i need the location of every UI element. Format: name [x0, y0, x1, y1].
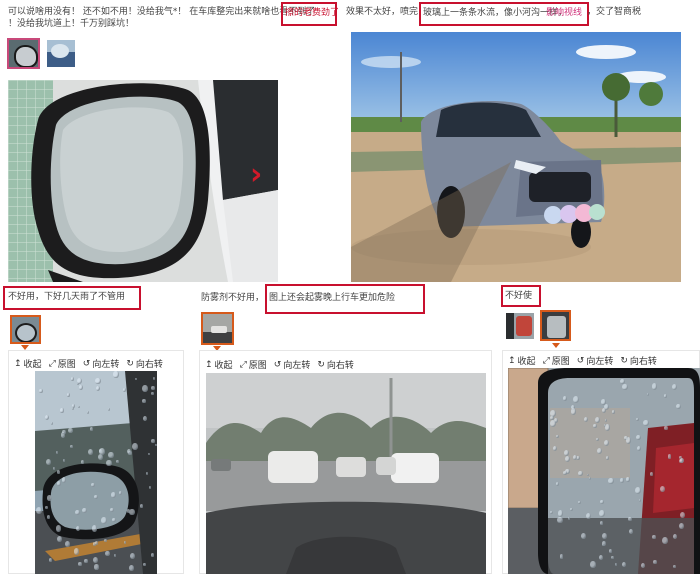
car-photo-art — [351, 32, 681, 282]
rotate-right-icon: ↻ — [317, 359, 325, 370]
original-image-button[interactable]: ⤢ 原图 — [542, 354, 570, 368]
expand-icon: ⤢ — [542, 355, 550, 366]
rainy-mirror-art — [35, 371, 157, 574]
review-right-text-part1: 效果不太好，喷完， — [346, 7, 428, 17]
review4-thumbnail-1[interactable] — [506, 313, 534, 339]
rotate-left-icon: ↺ — [82, 358, 91, 369]
review-right-text-part2: ，交了智商税 — [587, 7, 642, 17]
rotate-left-button[interactable]: ↺ 向左转 — [82, 357, 120, 371]
original-image-button[interactable]: ⤢ 原图 — [239, 358, 267, 372]
next-photo-arrow[interactable]: › — [250, 160, 262, 190]
collapse-icon: ↥ — [14, 358, 22, 369]
review4-photo-rainy-mirror[interactable] — [508, 368, 700, 574]
expand-icon: ⤢ — [239, 359, 247, 370]
review3-thumbnail[interactable] — [201, 312, 234, 345]
review2-photo-rainy-mirror[interactable] — [35, 371, 157, 574]
review-right-pink-text: 影响视线 — [546, 8, 583, 18]
review2-text: 不好用，下好几天雨了不管用 — [8, 292, 126, 302]
collapse-button[interactable]: ↥ 收起 — [205, 358, 233, 372]
review3-photo-foggy-windshield[interactable] — [206, 373, 486, 574]
rotate-right-button[interactable]: ↻ 向右转 — [126, 357, 163, 371]
original-image-button[interactable]: ⤢ 原图 — [48, 357, 76, 371]
rotate-right-button[interactable]: ↻ 向右转 — [620, 354, 657, 368]
review1-thumbnail-2[interactable] — [47, 40, 75, 67]
rotate-left-button[interactable]: ↺ 向左转 — [273, 358, 311, 372]
review3-text-prefix: 防雾剂不好用， — [201, 293, 265, 303]
expand-icon: ⤢ — [48, 358, 56, 369]
rotate-left-button[interactable]: ↺ 向左转 — [576, 354, 614, 368]
review4-thumbnail-pointer — [552, 343, 560, 348]
rotate-right-icon: ↻ — [620, 355, 628, 366]
review1-text-line2: ！没给我坑道上！千万别踩坑！ — [8, 19, 135, 29]
mirror-photo-art — [8, 80, 278, 282]
review3-toolbar: ↥ 收起 ⤢ 原图 ↺ 向左转 ↻ 向右转 — [205, 358, 354, 372]
collapse-button[interactable]: ↥ 收起 — [508, 354, 536, 368]
rotate-right-icon: ↻ — [126, 358, 134, 369]
review2-thumbnail[interactable] — [10, 315, 41, 344]
collapse-button[interactable]: ↥ 收起 — [14, 357, 42, 371]
foggy-windshield-art — [206, 373, 486, 574]
rainy-mirror-right-art — [508, 368, 700, 574]
review3-highlight-text: 图上还会起雾晚上行车更加危险 — [269, 293, 396, 303]
collapse-icon: ↥ — [205, 359, 213, 370]
review1-thumbnail-1[interactable] — [7, 38, 40, 69]
collapse-icon: ↥ — [508, 355, 516, 366]
rotate-right-button[interactable]: ↻ 向右转 — [317, 358, 354, 372]
review4-text: 不好使 — [505, 291, 533, 301]
review1-main-photo-mirror[interactable]: › — [8, 80, 278, 282]
rotate-left-icon: ↺ — [273, 359, 282, 370]
review-right-car-photo[interactable] — [351, 32, 681, 282]
review2-toolbar: ↥ 收起 ⤢ 原图 ↺ 向左转 ↻ 向右转 — [14, 357, 163, 371]
review4-thumbnail-2[interactable] — [540, 310, 571, 341]
rotate-left-icon: ↺ — [576, 355, 585, 366]
review1-highlight-text: 擦的老费劲了 — [285, 8, 340, 18]
review4-toolbar: ↥ 收起 ⤢ 原图 ↺ 向左转 ↻ 向右转 — [508, 354, 657, 368]
